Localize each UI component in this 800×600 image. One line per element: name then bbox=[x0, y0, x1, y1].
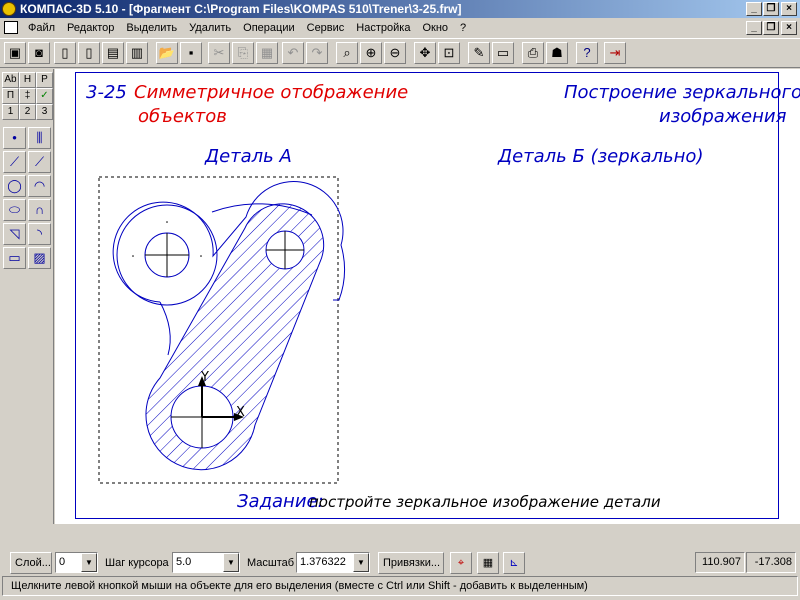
coord-x: 110.907 bbox=[695, 552, 745, 573]
lesson-title-line1: Симметричное отображение bbox=[134, 82, 409, 103]
local-coords-icon[interactable]: ⊾ bbox=[503, 552, 525, 574]
status-bar: Слой... 0 ▼ Шаг курсора 5.0 ▼ Масштаб 1.37… bbox=[0, 544, 800, 580]
lesson-number: 3-25 bbox=[86, 82, 127, 103]
chevron-down-icon[interactable]: ▼ bbox=[353, 553, 369, 572]
step-combo[interactable]: 5.0 ▼ bbox=[172, 552, 240, 573]
detail-b-label: Деталь Б (зеркально) bbox=[498, 146, 704, 167]
hint-bar: Щелкните левой кнопкой мыши на объекте д… bbox=[2, 576, 798, 596]
layer-combo[interactable]: 0 ▼ bbox=[55, 552, 98, 573]
layer-button[interactable]: Слой... bbox=[10, 552, 52, 574]
task-text: постройте зеркальное изображение детали bbox=[309, 493, 661, 511]
right-title-line2: изображения bbox=[659, 106, 787, 127]
axis-x-label: X bbox=[236, 405, 245, 420]
chevron-down-icon[interactable]: ▼ bbox=[81, 553, 97, 572]
scale-combo[interactable]: 1.376322 ▼ bbox=[296, 552, 370, 573]
detail-a-label: Деталь А bbox=[205, 146, 292, 167]
right-title-line1: Построение зеркального bbox=[564, 82, 800, 103]
snap-button[interactable]: Привязки... bbox=[378, 552, 444, 574]
coord-y: -17.308 bbox=[746, 552, 796, 573]
chevron-down-icon[interactable]: ▼ bbox=[223, 553, 239, 572]
snap-toggle-icon[interactable]: ⌖ bbox=[450, 552, 472, 574]
scale-label: Масштаб bbox=[247, 557, 295, 569]
axis-y-label: Y bbox=[200, 370, 209, 385]
step-label: Шаг курсора bbox=[105, 557, 169, 569]
lesson-title-line2: объектов bbox=[138, 106, 227, 127]
grid-icon[interactable]: ▦ bbox=[477, 552, 499, 574]
